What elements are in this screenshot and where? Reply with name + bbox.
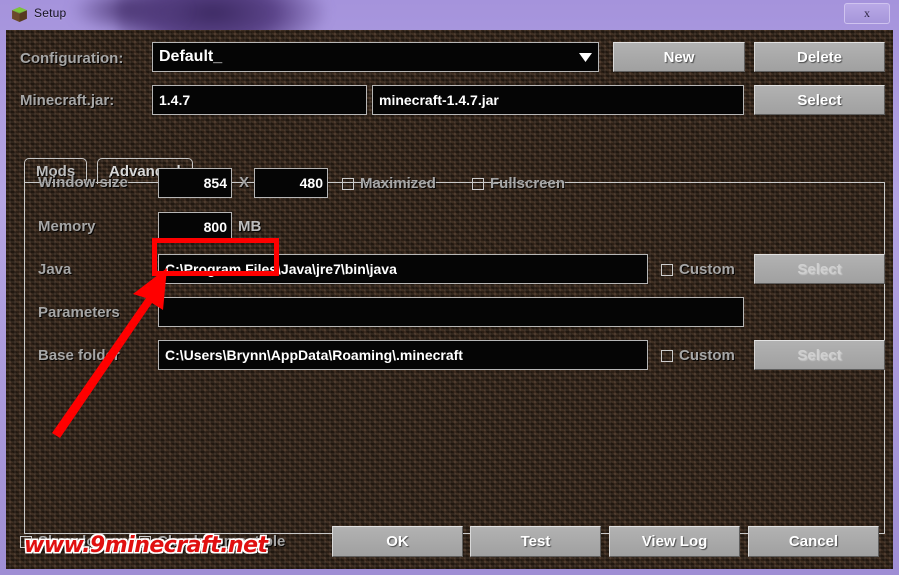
java-select-button[interactable]: Select bbox=[754, 254, 885, 284]
java-custom-checkbox-box bbox=[661, 263, 673, 276]
window-size-separator: X bbox=[239, 174, 250, 191]
parameters-label: Parameters bbox=[38, 304, 120, 321]
minecraft-jar-label: Minecraft.jar: bbox=[20, 92, 115, 109]
titlebar-decoration bbox=[118, 0, 328, 30]
base-folder-custom-checkbox[interactable]: Custom bbox=[661, 347, 735, 364]
main-panel: Configuration: Default_ New Delete Minec… bbox=[6, 30, 893, 569]
java-custom-label: Custom bbox=[679, 261, 735, 278]
minecraft-jar-input[interactable]: minecraft-1.4.7.jar bbox=[372, 85, 744, 115]
window-width-input[interactable]: 854 bbox=[158, 168, 232, 198]
cancel-button[interactable]: Cancel bbox=[748, 526, 879, 557]
window-title: Setup bbox=[34, 6, 67, 20]
maximized-checkbox-box bbox=[342, 177, 354, 190]
memory-input[interactable]: 800 bbox=[158, 212, 232, 242]
base-folder-label: Base folder bbox=[38, 347, 120, 364]
new-configuration-button[interactable]: New bbox=[613, 42, 745, 72]
configuration-value: Default_ bbox=[159, 48, 223, 65]
fullscreen-checkbox[interactable]: Fullscreen bbox=[472, 175, 565, 192]
delete-configuration-button[interactable]: Delete bbox=[754, 42, 885, 72]
java-path-input[interactable]: C:\Program Files\Java\jre7\bin\java bbox=[158, 254, 648, 284]
view-log-button[interactable]: View Log bbox=[609, 526, 740, 557]
minecraft-jar-select-button[interactable]: Select bbox=[754, 85, 885, 115]
title-bar: Setup x bbox=[0, 0, 899, 30]
maximized-checkbox[interactable]: Maximized bbox=[342, 175, 436, 192]
maximized-label: Maximized bbox=[360, 175, 436, 192]
window-height-input[interactable]: 480 bbox=[254, 168, 328, 198]
fullscreen-checkbox-box bbox=[472, 177, 484, 190]
java-custom-checkbox[interactable]: Custom bbox=[661, 261, 735, 278]
base-folder-input[interactable]: C:\Users\Brynn\AppData\Roaming\.minecraf… bbox=[158, 340, 648, 370]
test-button[interactable]: Test bbox=[470, 526, 601, 557]
window-size-label: Window size bbox=[38, 174, 128, 191]
titlebar-decoration-2 bbox=[70, 0, 190, 30]
java-label: Java bbox=[38, 261, 72, 278]
base-folder-custom-checkbox-box bbox=[661, 349, 673, 362]
base-folder-custom-label: Custom bbox=[679, 347, 735, 364]
memory-label: Memory bbox=[38, 218, 96, 235]
parameters-input[interactable] bbox=[158, 297, 744, 327]
memory-unit-label: MB bbox=[238, 218, 262, 235]
setup-window: Setup x Configuration: Default_ New Dele… bbox=[0, 0, 899, 575]
grass-block-icon bbox=[12, 7, 27, 22]
configuration-dropdown[interactable]: Default_ bbox=[152, 42, 599, 72]
fullscreen-label: Fullscreen bbox=[490, 175, 566, 192]
ok-button[interactable]: OK bbox=[332, 526, 463, 557]
configuration-label: Configuration: bbox=[20, 50, 124, 67]
watermark: www.9minecraft.net bbox=[24, 533, 268, 558]
base-folder-select-button[interactable]: Select bbox=[754, 340, 885, 370]
chevron-down-icon bbox=[572, 52, 598, 62]
minecraft-version-input[interactable]: 1.4.7 bbox=[152, 85, 367, 115]
tab-strip: Mods Advanced bbox=[24, 158, 884, 184]
close-button[interactable]: x bbox=[844, 3, 890, 24]
